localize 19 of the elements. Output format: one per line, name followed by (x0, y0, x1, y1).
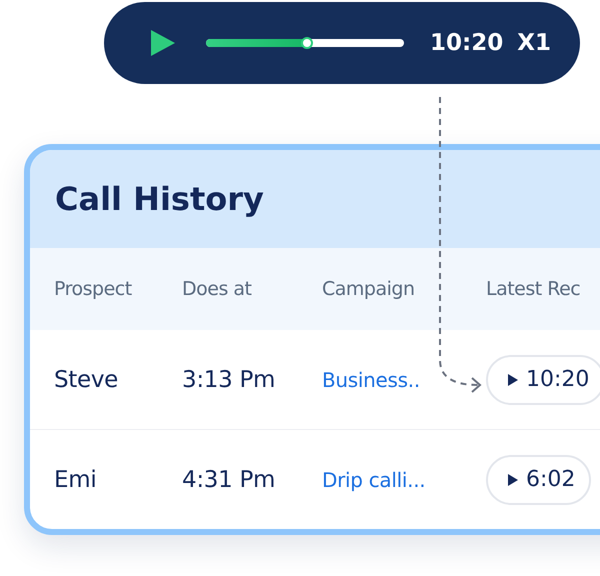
column-header: Prospect (54, 278, 133, 300)
campaign-link[interactable]: Drip calli... (322, 468, 486, 492)
recording-button[interactable]: 10:20 (486, 354, 600, 404)
campaign-link[interactable]: Business.. (322, 368, 486, 392)
playback-speed[interactable]: X1 (517, 30, 551, 56)
card-title: Call History (55, 180, 264, 218)
play-icon (508, 374, 518, 386)
progress-slider[interactable] (206, 39, 404, 47)
recording-button[interactable]: 6:02 (486, 454, 592, 504)
play-icon[interactable] (151, 30, 175, 56)
prospect-name: Steve (54, 366, 120, 392)
column-header: Does at (182, 278, 252, 300)
column-header: Latest Rec (486, 278, 582, 300)
prospect-name: Emi (54, 466, 98, 492)
playback-time: 10:20 (430, 30, 504, 56)
play-icon (508, 474, 518, 486)
call-time: 4:31 Pm (182, 466, 276, 492)
column-header: Campaign (322, 278, 416, 300)
call-time: 3:13 Pm (182, 366, 276, 392)
